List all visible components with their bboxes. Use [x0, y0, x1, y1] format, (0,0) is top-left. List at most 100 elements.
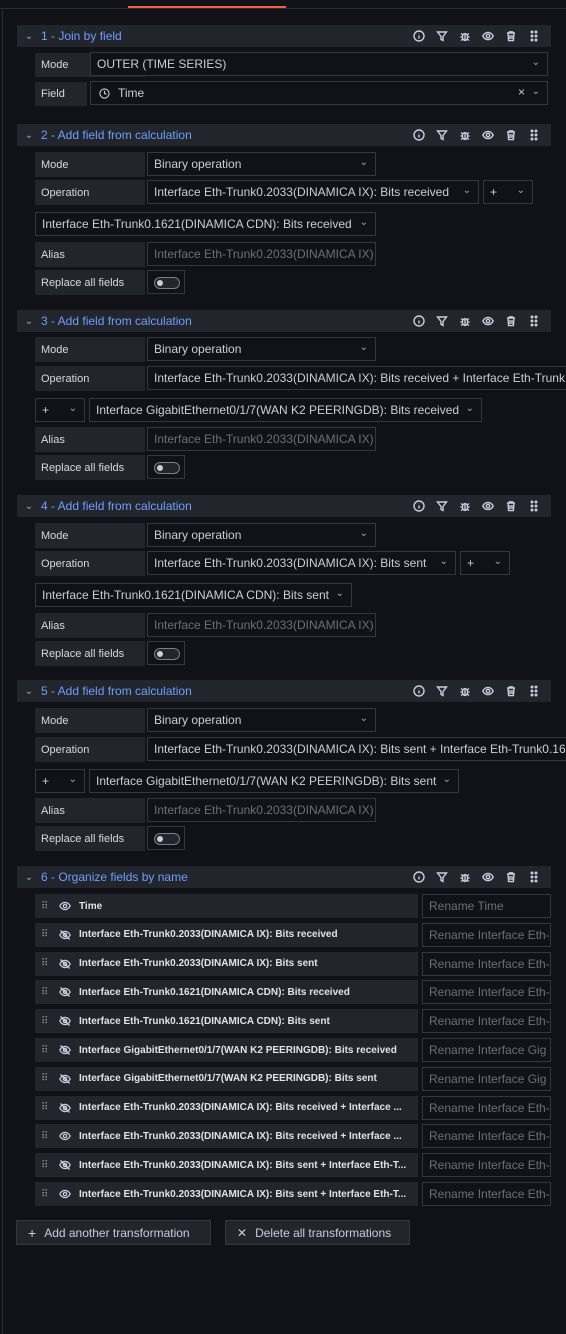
eye-slash-icon[interactable]: [59, 1044, 79, 1056]
eye-icon[interactable]: [476, 495, 499, 517]
drag-handle-icon[interactable]: [522, 310, 545, 332]
operator-select[interactable]: + ⌄: [460, 551, 510, 575]
drag-handle-icon[interactable]: [522, 124, 545, 146]
eye-slash-icon[interactable]: [59, 1015, 79, 1027]
trash-icon[interactable]: [499, 680, 522, 702]
eye-icon[interactable]: [476, 25, 499, 47]
eye-slash-icon[interactable]: [59, 1102, 79, 1114]
rename-field-input[interactable]: Rename Interface Eth-: [422, 1153, 551, 1178]
rename-field-input[interactable]: Rename Interface Eth-: [422, 1095, 551, 1120]
chevron-down-icon[interactable]: ⌄: [17, 31, 41, 42]
transformation-header-3[interactable]: ⌄ 3 - Add field from calculation: [17, 310, 551, 332]
rename-field-input[interactable]: Rename Interface Eth-: [422, 951, 551, 976]
bug-icon[interactable]: [453, 495, 476, 517]
info-icon[interactable]: [407, 495, 430, 517]
trash-icon[interactable]: [499, 310, 522, 332]
replace-all-toggle[interactable]: [147, 641, 185, 665]
alias-input[interactable]: Interface Eth-Trunk0.2033(DINAMICA IX): [147, 798, 376, 822]
alias-input[interactable]: Interface Eth-Trunk0.2033(DINAMICA IX): [147, 242, 376, 266]
organize-field-row[interactable]: ⠿ Interface GigabitEthernet0/1/7(WAN K2 P…: [35, 1038, 418, 1062]
eye-slash-icon[interactable]: [59, 1159, 79, 1171]
operator-select[interactable]: + ⌄: [35, 398, 85, 422]
operator-select[interactable]: + ⌄: [35, 769, 85, 793]
eye-slash-icon[interactable]: [59, 929, 79, 941]
filter-icon[interactable]: [430, 680, 453, 702]
rename-field-input[interactable]: Rename Interface Gig: [422, 1038, 551, 1062]
join-field-select[interactable]: Time × ⌄: [90, 81, 548, 105]
rename-field-input[interactable]: Rename Interface Eth-: [422, 980, 551, 1005]
organize-field-row[interactable]: ⠿ Interface Eth-Trunk0.1621(DINAMICA CDN)…: [35, 980, 418, 1005]
chevron-down-icon[interactable]: ⌄: [17, 686, 41, 697]
drag-handle-icon[interactable]: ⠿: [41, 1102, 59, 1113]
rename-field-input[interactable]: Rename Interface Eth-: [422, 922, 551, 947]
operation-left-select[interactable]: Interface Eth-Trunk0.2033(DINAMICA IX): …: [147, 551, 456, 575]
transformation-header-6[interactable]: ⌄ 6 - Organize fields by name: [17, 866, 551, 888]
drag-handle-icon[interactable]: [522, 680, 545, 702]
bug-icon[interactable]: [453, 124, 476, 146]
rename-field-input[interactable]: Rename Time: [422, 894, 551, 918]
eye-icon[interactable]: [476, 310, 499, 332]
alias-input[interactable]: Interface Eth-Trunk0.2033(DINAMICA IX): [147, 427, 376, 451]
drag-handle-icon[interactable]: ⠿: [41, 1189, 59, 1200]
transformation-header-5[interactable]: ⌄ 5 - Add field from calculation: [17, 680, 551, 702]
alias-input[interactable]: Interface Eth-Trunk0.2033(DINAMICA IX): [147, 613, 376, 637]
replace-all-toggle[interactable]: [147, 455, 185, 479]
eye-icon[interactable]: [59, 900, 79, 912]
organize-field-row[interactable]: ⠿ Interface Eth-Trunk0.2033(DINAMICA IX):…: [35, 922, 418, 947]
rename-field-input[interactable]: Rename Interface Eth-: [422, 1009, 551, 1034]
drag-handle-icon[interactable]: [522, 25, 545, 47]
filter-icon[interactable]: [430, 25, 453, 47]
drag-handle-icon[interactable]: ⠿: [41, 1160, 59, 1171]
operation-left-select[interactable]: Interface Eth-Trunk0.2033(DINAMICA IX): …: [147, 180, 479, 204]
chevron-down-icon[interactable]: ⌄: [17, 130, 41, 141]
replace-all-toggle[interactable]: [147, 270, 185, 294]
chevron-down-icon[interactable]: ⌄: [17, 316, 41, 327]
organize-field-row[interactable]: ⠿ Interface Eth-Trunk0.2033(DINAMICA IX):…: [35, 1153, 418, 1178]
operator-select[interactable]: + ⌄: [483, 180, 533, 204]
eye-icon[interactable]: [476, 680, 499, 702]
add-transformation-button[interactable]: + Add another transformation: [16, 1220, 211, 1245]
join-mode-select[interactable]: OUTER (TIME SERIES) ⌄: [90, 52, 548, 76]
drag-handle-icon[interactable]: ⠿: [41, 1073, 59, 1084]
eye-icon[interactable]: [59, 1130, 79, 1142]
drag-handle-icon[interactable]: ⠿: [41, 958, 59, 969]
trash-icon[interactable]: [499, 124, 522, 146]
organize-field-row[interactable]: ⠿ Time: [35, 894, 418, 918]
info-icon[interactable]: [407, 25, 430, 47]
trash-icon[interactable]: [499, 25, 522, 47]
organize-field-row[interactable]: ⠿ Interface Eth-Trunk0.2033(DINAMICA IX):…: [35, 1124, 418, 1149]
replace-all-toggle[interactable]: [147, 826, 185, 850]
drag-handle-icon[interactable]: ⠿: [41, 1016, 59, 1027]
rename-field-input[interactable]: Rename Interface Eth-: [422, 1182, 551, 1206]
operation-left-select[interactable]: Interface Eth-Trunk0.2033(DINAMICA IX): …: [147, 737, 566, 761]
organize-field-row[interactable]: ⠿ Interface Eth-Trunk0.1621(DINAMICA CDN)…: [35, 1009, 418, 1034]
bug-icon[interactable]: [453, 866, 476, 888]
operation-right-select[interactable]: Interface GigabitEthernet0/1/7(WAN K2 PE…: [89, 769, 459, 793]
close-icon[interactable]: ×: [518, 85, 525, 99]
drag-handle-icon[interactable]: [522, 495, 545, 517]
organize-field-row[interactable]: ⠿ Interface Eth-Trunk0.2033(DINAMICA IX):…: [35, 1095, 418, 1120]
organize-field-row[interactable]: ⠿ Interface Eth-Trunk0.2033(DINAMICA IX):…: [35, 1182, 418, 1206]
filter-icon[interactable]: [430, 866, 453, 888]
chevron-down-icon[interactable]: ⌄: [17, 872, 41, 883]
organize-field-row[interactable]: ⠿ Interface Eth-Trunk0.2033(DINAMICA IX):…: [35, 951, 418, 976]
filter-icon[interactable]: [430, 124, 453, 146]
eye-slash-icon[interactable]: [59, 986, 79, 998]
drag-handle-icon[interactable]: ⠿: [41, 987, 59, 998]
calc-mode-select[interactable]: Binary operation ⌄: [147, 152, 376, 176]
delete-all-transformations-button[interactable]: ✕ Delete all transformations: [225, 1220, 410, 1245]
bug-icon[interactable]: [453, 25, 476, 47]
bug-icon[interactable]: [453, 680, 476, 702]
operation-right-select[interactable]: Interface Eth-Trunk0.1621(DINAMICA CDN):…: [35, 583, 352, 607]
eye-icon[interactable]: [476, 866, 499, 888]
eye-slash-icon[interactable]: [59, 958, 79, 970]
calc-mode-select[interactable]: Binary operation ⌄: [147, 337, 376, 361]
calc-mode-select[interactable]: Binary operation ⌄: [147, 708, 376, 732]
eye-icon[interactable]: [476, 124, 499, 146]
transformation-header-2[interactable]: ⌄ 2 - Add field from calculation: [17, 124, 551, 146]
drag-handle-icon[interactable]: ⠿: [41, 1045, 59, 1056]
drag-handle-icon[interactable]: ⠿: [41, 1131, 59, 1142]
organize-field-row[interactable]: ⠿ Interface GigabitEthernet0/1/7(WAN K2 P…: [35, 1066, 418, 1091]
info-icon[interactable]: [407, 124, 430, 146]
operation-right-select[interactable]: Interface Eth-Trunk0.1621(DINAMICA CDN):…: [35, 212, 376, 236]
